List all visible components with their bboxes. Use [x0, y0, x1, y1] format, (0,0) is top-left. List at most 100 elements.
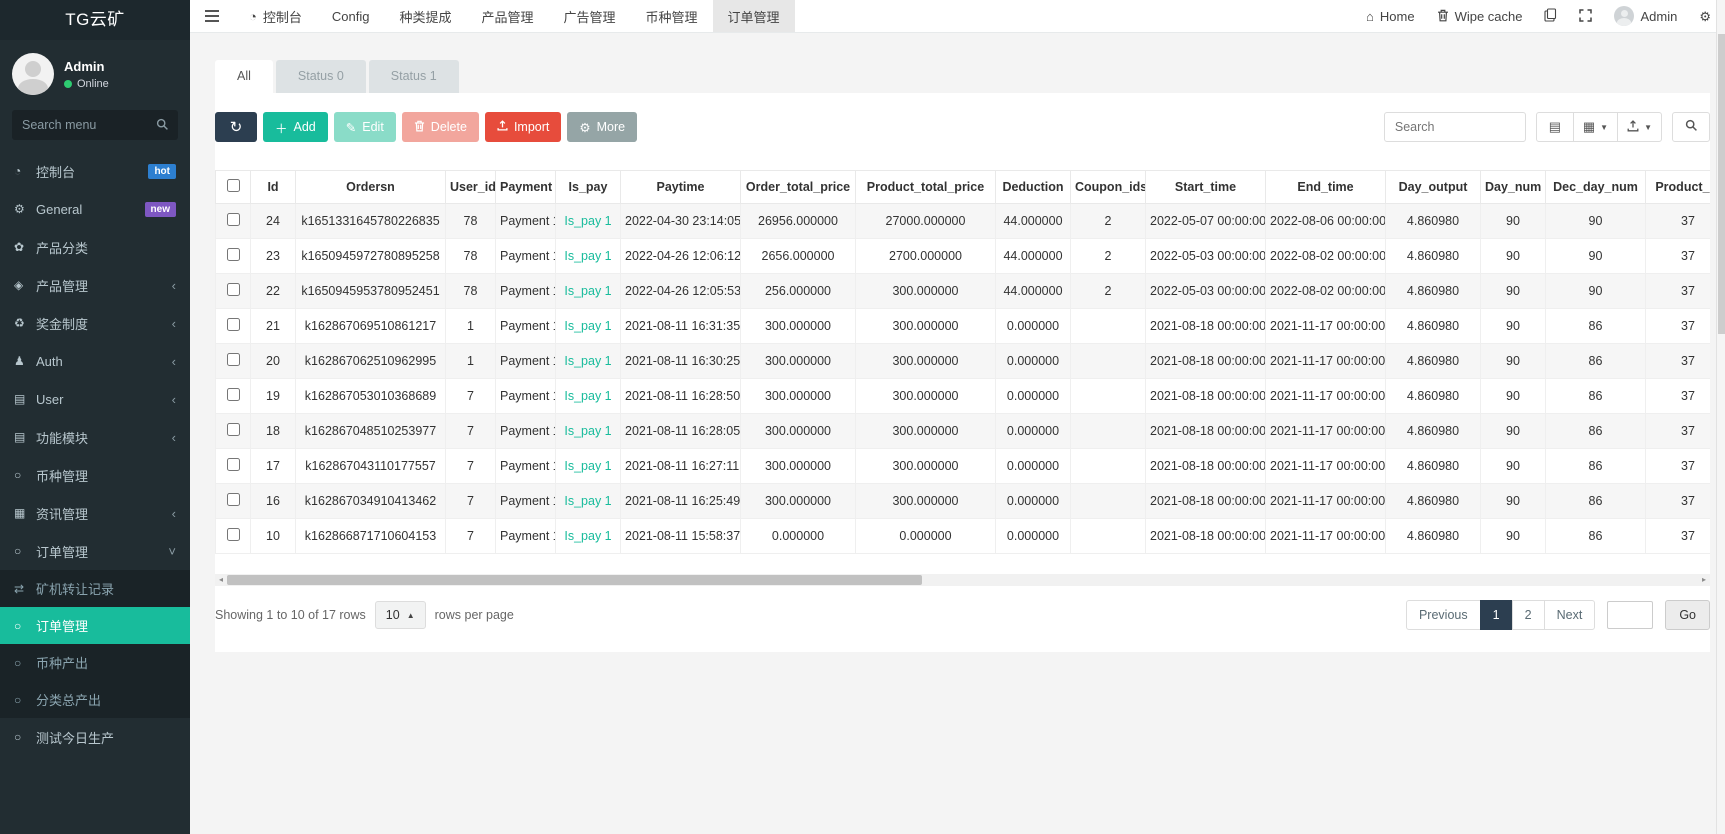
wipe-cache-label: Wipe cache — [1455, 9, 1523, 24]
tab-status-0[interactable]: Status 0 — [276, 60, 366, 93]
row-checkbox[interactable] — [227, 353, 240, 366]
paging-switch-button[interactable]: ▤ — [1536, 112, 1574, 142]
nav-item[interactable]: Config — [317, 0, 385, 32]
column-header-user_id[interactable]: User_id — [446, 171, 496, 204]
checkbox-header[interactable] — [216, 171, 251, 204]
sidebar-item[interactable]: ○分类总产出 — [0, 681, 190, 718]
orders-table: IdOrdersnUser_idPaymentIs_payPaytimeOrde… — [215, 170, 1710, 554]
is-pay-link[interactable]: Is_pay 1 — [564, 249, 611, 263]
sidebar-item[interactable]: ○订单管理 — [0, 607, 190, 644]
column-header-coupon_ids[interactable]: Coupon_ids — [1071, 171, 1146, 204]
settings-button[interactable]: ⚙ — [1699, 10, 1711, 23]
delete-button[interactable]: Delete — [402, 112, 479, 142]
hamburger-menu-button[interactable] — [190, 0, 234, 32]
column-header-deduction[interactable]: Deduction — [996, 171, 1071, 204]
nav-item[interactable]: 订单管理 — [713, 0, 795, 32]
scrollbar-thumb[interactable] — [227, 575, 922, 585]
page-jump-input[interactable] — [1607, 601, 1653, 629]
page-1-button[interactable]: 1 — [1480, 600, 1513, 630]
sidebar-item[interactable]: ○币种产出 — [0, 644, 190, 681]
is-pay-link[interactable]: Is_pay 1 — [564, 389, 611, 403]
row-checkbox[interactable] — [227, 248, 240, 261]
column-header-payment[interactable]: Payment — [496, 171, 556, 204]
row-checkbox[interactable] — [227, 318, 240, 331]
is-pay-link[interactable]: Is_pay 1 — [564, 494, 611, 508]
edit-button[interactable]: ✎Edit — [334, 112, 396, 142]
cell-paytime: 2022-04-30 23:14:05 — [621, 204, 741, 239]
is-pay-link[interactable]: Is_pay 1 — [564, 214, 611, 228]
is-pay-link[interactable]: Is_pay 1 — [564, 319, 611, 333]
previous-page-button[interactable]: Previous — [1406, 600, 1481, 630]
sidebar-item[interactable]: ○测试今日生产 — [0, 718, 190, 756]
next-page-button[interactable]: Next — [1544, 600, 1596, 630]
column-header-order_total_price[interactable]: Order_total_price — [741, 171, 856, 204]
tab-status-1[interactable]: Status 1 — [369, 60, 459, 93]
row-checkbox[interactable] — [227, 528, 240, 541]
more-button[interactable]: ⚙More — [567, 112, 637, 142]
row-checkbox[interactable] — [227, 458, 240, 471]
row-checkbox[interactable] — [227, 388, 240, 401]
is-pay-link[interactable]: Is_pay 1 — [564, 424, 611, 438]
cell-end_time: 2022-08-02 00:00:00 — [1266, 239, 1386, 274]
column-header-product_id[interactable]: Product_id — [1646, 171, 1711, 204]
nav-item[interactable]: 种类提成 — [384, 0, 466, 32]
sidebar-search-input[interactable] — [12, 110, 178, 140]
column-header-is_pay[interactable]: Is_pay — [556, 171, 621, 204]
table-search-button[interactable] — [1672, 112, 1710, 142]
sidebar-item[interactable]: ▦资讯管理‹ — [0, 494, 190, 532]
page-2-button[interactable]: 2 — [1512, 600, 1545, 630]
column-header-end_time[interactable]: End_time — [1266, 171, 1386, 204]
tab-all[interactable]: All — [215, 60, 273, 93]
table-search-input[interactable] — [1384, 112, 1526, 142]
sidebar-item[interactable]: ⚙Generalnew — [0, 190, 190, 228]
sidebar-item[interactable]: ◈产品管理‹ — [0, 266, 190, 304]
import-button[interactable]: Import — [485, 112, 561, 142]
nav-item[interactable]: ◔控制台 — [234, 0, 317, 32]
select-all-checkbox[interactable] — [227, 179, 240, 192]
sidebar-item[interactable]: ○订单管理˅ — [0, 532, 190, 570]
sidebar-item[interactable]: ✿产品分类 — [0, 228, 190, 266]
vertical-scrollbar[interactable] — [1716, 0, 1725, 834]
column-header-dec_day_num[interactable]: Dec_day_num — [1546, 171, 1646, 204]
nav-item[interactable]: 币种管理 — [631, 0, 713, 32]
sidebar-item[interactable]: ⇄矿机转让记录 — [0, 570, 190, 607]
admin-menu[interactable]: Admin — [1614, 6, 1677, 26]
columns-button[interactable]: ▦▼ — [1573, 112, 1618, 142]
is-pay-link[interactable]: Is_pay 1 — [564, 284, 611, 298]
export-button[interactable]: ▼ — [1617, 112, 1662, 142]
nav-item[interactable]: 产品管理 — [466, 0, 548, 32]
sidebar-item[interactable]: ◔控制台hot — [0, 152, 190, 190]
column-header-day_output[interactable]: Day_output — [1386, 171, 1481, 204]
add-button[interactable]: ＋Add — [263, 112, 328, 142]
is-pay-link[interactable]: Is_pay 1 — [564, 459, 611, 473]
vertical-scrollbar-thumb[interactable] — [1718, 34, 1725, 334]
column-header-ordersn[interactable]: Ordersn — [296, 171, 446, 204]
sidebar-item[interactable]: ○币种管理 — [0, 456, 190, 494]
column-header-start_time[interactable]: Start_time — [1146, 171, 1266, 204]
sidebar-item[interactable]: ♟Auth‹ — [0, 342, 190, 380]
go-button[interactable]: Go — [1665, 600, 1710, 630]
sidebar-item[interactable]: ▤User‹ — [0, 380, 190, 418]
column-header-id[interactable]: Id — [251, 171, 296, 204]
column-header-day_num[interactable]: Day_num — [1481, 171, 1546, 204]
nav-item[interactable]: 广告管理 — [548, 0, 630, 32]
sidebar-item[interactable]: ♻奖金制度‹ — [0, 304, 190, 342]
fullscreen-button[interactable] — [1579, 9, 1592, 24]
scroll-right-arrow[interactable]: ▸ — [1698, 574, 1710, 586]
is-pay-link[interactable]: Is_pay 1 — [564, 529, 611, 543]
column-header-product_total_price[interactable]: Product_total_price — [856, 171, 996, 204]
sidebar-item[interactable]: ▤功能模块‹ — [0, 418, 190, 456]
scroll-left-arrow[interactable]: ◂ — [215, 574, 227, 586]
refresh-button[interactable]: ↻ — [215, 112, 257, 142]
row-checkbox[interactable] — [227, 493, 240, 506]
row-checkbox[interactable] — [227, 283, 240, 296]
copy-button[interactable] — [1544, 8, 1557, 24]
is-pay-link[interactable]: Is_pay 1 — [564, 354, 611, 368]
horizontal-scrollbar[interactable]: ◂ ▸ — [215, 574, 1710, 586]
home-button[interactable]: ⌂ Home — [1366, 9, 1415, 24]
column-header-paytime[interactable]: Paytime — [621, 171, 741, 204]
row-checkbox[interactable] — [227, 423, 240, 436]
page-size-select[interactable]: 10▲ — [375, 601, 426, 629]
row-checkbox[interactable] — [227, 213, 240, 226]
wipe-cache-button[interactable]: Wipe cache — [1437, 9, 1523, 24]
